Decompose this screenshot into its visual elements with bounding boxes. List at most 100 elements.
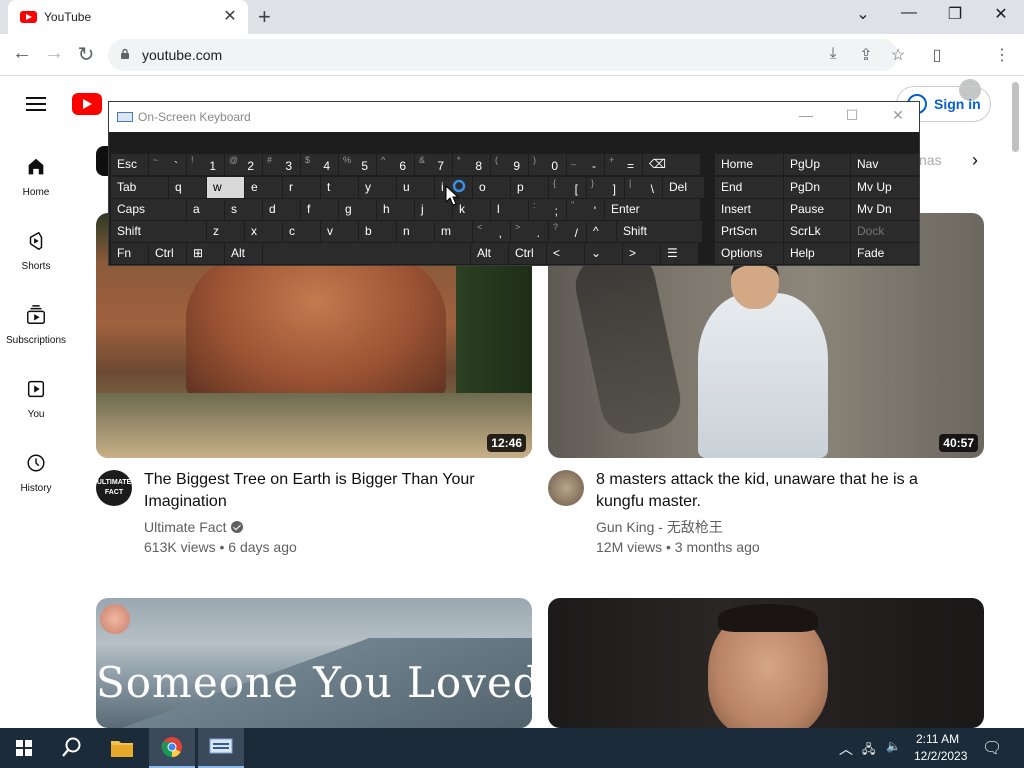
sidebar-item-home[interactable]: Home xyxy=(0,155,72,198)
osk-nav-key-mv-dn[interactable]: Mv Dn xyxy=(851,199,919,220)
osk-key-h[interactable]: h xyxy=(377,199,414,220)
osk-key->[interactable]: > xyxy=(623,243,660,264)
minimize-button[interactable]: — xyxy=(886,4,932,22)
address-bar[interactable]: youtube.com xyxy=(108,39,898,71)
osk-key-6[interactable]: ^ 6 xyxy=(377,154,414,175)
osk-key-u[interactable]: u xyxy=(397,177,434,198)
osk-key-o[interactable]: o xyxy=(473,177,510,198)
back-arrow-icon[interactable]: ← xyxy=(10,42,34,65)
close-window-button[interactable]: ✕ xyxy=(978,4,1024,24)
osk-key-0[interactable]: ) 0 xyxy=(529,154,566,175)
osk-key-y[interactable]: y xyxy=(359,177,396,198)
clock-date[interactable]: 12/2/2023 xyxy=(914,749,967,763)
new-tab-button[interactable]: + xyxy=(258,4,271,30)
osk-key-][interactable]: }] xyxy=(587,177,624,198)
sidebar-item-shorts[interactable]: Shorts xyxy=(0,229,72,272)
osk-key-v[interactable]: v xyxy=(321,221,358,242)
osk-key-^[interactable]: ^ xyxy=(587,221,616,242)
osk-key-a[interactable]: a xyxy=(187,199,224,220)
osk-key-9[interactable]: (9 xyxy=(491,154,528,175)
chip-partial-label[interactable]: nas xyxy=(919,152,942,168)
osk-nav-key-pgdn[interactable]: PgDn xyxy=(784,177,850,198)
osk-key-d[interactable]: d xyxy=(263,199,300,220)
osk-key-m[interactable]: m xyxy=(435,221,472,242)
start-button[interactable] xyxy=(0,728,46,768)
osk-nav-key-end[interactable]: End xyxy=(715,177,783,198)
osk-key-c[interactable]: c xyxy=(283,221,320,242)
side-panel-icon[interactable]: ▯ xyxy=(926,45,948,65)
osk-key-/[interactable]: ? / xyxy=(549,221,586,242)
video-thumbnail[interactable] xyxy=(548,598,984,728)
osk-key-g[interactable]: g xyxy=(339,199,376,220)
osk-nav-key-home[interactable]: Home xyxy=(715,154,783,175)
osk-key-Enter[interactable]: Enter xyxy=(605,199,700,220)
lock-icon[interactable] xyxy=(120,48,130,59)
osk-key-Ctrl[interactable]: Ctrl xyxy=(149,243,186,264)
osk-key-r[interactable]: r xyxy=(283,177,320,198)
osk-key-Caps[interactable]: Caps xyxy=(111,199,186,220)
bookmark-star-icon[interactable]: ☆ xyxy=(887,45,909,65)
network-icon[interactable]: 🖧 xyxy=(862,740,875,761)
osk-nav-key-options[interactable]: Options xyxy=(715,243,783,264)
osk-close-button[interactable]: ✕ xyxy=(883,107,913,124)
osk-key-Fn[interactable]: Fn xyxy=(111,243,148,264)
osk-nav-key-scrlk[interactable]: ScrLk xyxy=(784,221,850,242)
osk-key-Alt[interactable]: Alt xyxy=(225,243,262,264)
tab-close-icon[interactable]: ✕ xyxy=(220,6,240,26)
osk-nav-key-fade[interactable]: Fade xyxy=(851,243,919,264)
osk-key-.[interactable]: >. xyxy=(511,221,548,242)
chrome-taskbar-button[interactable] xyxy=(149,728,195,768)
osk-key-Esc[interactable]: Esc xyxy=(111,154,148,175)
osk-key-=[interactable]: + = xyxy=(605,154,642,175)
page-scrollbar[interactable] xyxy=(1012,82,1019,152)
channel-name[interactable]: Gun King - 无敌枪王 xyxy=(596,517,723,537)
osk-key-n[interactable]: n xyxy=(397,221,434,242)
restore-button[interactable]: ❐ xyxy=(932,4,978,24)
chrome-menu-icon[interactable]: ⋮ xyxy=(991,45,1013,65)
osk-key-Alt[interactable]: Alt xyxy=(471,243,508,264)
osk-key-3[interactable]: #3 xyxy=(263,154,300,175)
osk-maximize-button[interactable]: ☐ xyxy=(837,107,867,124)
osk-key-f[interactable]: f xyxy=(301,199,338,220)
osk-key-t[interactable]: t xyxy=(321,177,358,198)
browser-tab[interactable]: YouTube ✕ xyxy=(8,0,248,34)
osk-nav-key-insert[interactable]: Insert xyxy=(715,199,783,220)
osk-key-Ctrl[interactable]: Ctrl xyxy=(509,243,546,264)
show-hidden-icons-chevron-icon[interactable]: ︿ xyxy=(839,739,853,759)
osk-key-4[interactable]: $4 xyxy=(301,154,338,175)
osk-key-b[interactable]: b xyxy=(359,221,396,242)
osk-key-Shift[interactable]: Shift xyxy=(617,221,702,242)
osk-key-,[interactable]: <, xyxy=(473,221,510,242)
notifications-icon[interactable]: 🗨 xyxy=(982,738,1002,758)
osk-key-e[interactable]: e xyxy=(245,177,282,198)
osk-key-l[interactable]: l xyxy=(491,199,528,220)
clock-time[interactable]: 2:11 AM xyxy=(916,732,959,746)
guide-menu-icon[interactable] xyxy=(26,97,46,111)
osk-key-;[interactable]: :; xyxy=(529,199,566,220)
volume-muted-icon[interactable]: 🔈 xyxy=(886,739,901,753)
osk-key-2[interactable]: @2 xyxy=(225,154,262,175)
osk-key-⌄[interactable]: ⌄ xyxy=(585,243,622,264)
share-icon[interactable]: ⇪ xyxy=(855,45,877,65)
osk-key-☰[interactable]: ☰ xyxy=(661,243,698,264)
osk-key-7[interactable]: & 7 xyxy=(415,154,452,175)
osk-minimize-button[interactable]: — xyxy=(791,107,821,123)
video-thumbnail[interactable]: Someone You Loved xyxy=(96,598,532,728)
url-text[interactable]: youtube.com xyxy=(142,47,222,63)
osk-nav-key-nav[interactable]: Nav xyxy=(851,154,919,175)
osk-key-⌫[interactable]: ⌫ xyxy=(643,154,700,175)
osk-key-Shift[interactable]: Shift xyxy=(111,221,206,242)
install-app-icon[interactable]: ⤓ xyxy=(822,45,844,63)
file-explorer-button[interactable] xyxy=(99,728,145,768)
osk-key-\[interactable]: | \ xyxy=(625,177,662,198)
osk-nav-key-prtscn[interactable]: PrtScn xyxy=(715,221,783,242)
osk-key-'[interactable]: " ' xyxy=(567,199,604,220)
osk-nav-key-dock[interactable]: Dock xyxy=(851,221,919,242)
osk-key--[interactable]: _ - xyxy=(567,154,604,175)
osk-key-q[interactable]: q xyxy=(169,177,206,198)
osk-key-[[interactable]: {[ xyxy=(549,177,586,198)
osk-nav-key-help[interactable]: Help xyxy=(784,243,850,264)
osk-key-1[interactable]: ! 1 xyxy=(187,154,224,175)
osk-key-8[interactable]: * 8 xyxy=(453,154,490,175)
video-title[interactable]: The Biggest Tree on Earth is Bigger Than… xyxy=(144,469,504,513)
